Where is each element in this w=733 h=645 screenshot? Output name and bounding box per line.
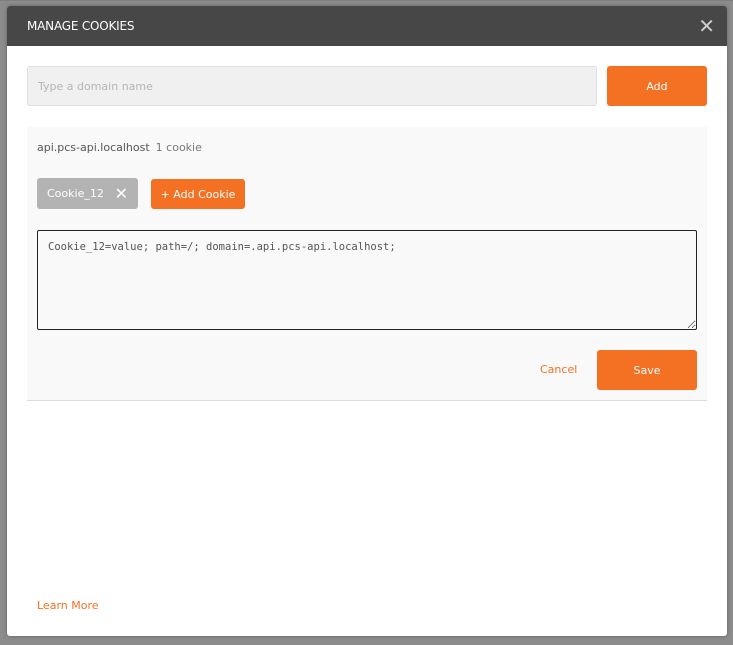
cookie-chip[interactable]: Cookie_12 ✕ xyxy=(37,178,138,209)
domain-input[interactable] xyxy=(27,66,597,106)
domain-header: api.pcs-api.localhost 1 cookie xyxy=(37,141,202,154)
cookie-name: Cookie_12 xyxy=(47,187,104,200)
save-button[interactable]: Save xyxy=(597,350,697,390)
cookie-count: 1 cookie xyxy=(155,141,202,154)
cookie-editor[interactable] xyxy=(37,230,697,330)
manage-cookies-modal: MANAGE COOKIES ✕ Add api.pcs-api.localho… xyxy=(7,6,727,636)
add-domain-button[interactable]: Add xyxy=(607,66,707,106)
remove-cookie-icon[interactable]: ✕ xyxy=(115,184,128,203)
background-divider xyxy=(0,0,733,1)
cancel-button[interactable]: Cancel xyxy=(540,363,577,376)
add-cookie-button[interactable]: + Add Cookie xyxy=(151,179,245,209)
close-icon[interactable]: ✕ xyxy=(698,14,715,38)
learn-more-link[interactable]: Learn More xyxy=(37,599,99,612)
modal-title: MANAGE COOKIES xyxy=(27,19,135,33)
domain-panel: api.pcs-api.localhost 1 cookie Cookie_12 ✕… xyxy=(27,127,707,401)
domain-name: api.pcs-api.localhost xyxy=(37,141,150,154)
modal-header: MANAGE COOKIES xyxy=(7,6,727,46)
